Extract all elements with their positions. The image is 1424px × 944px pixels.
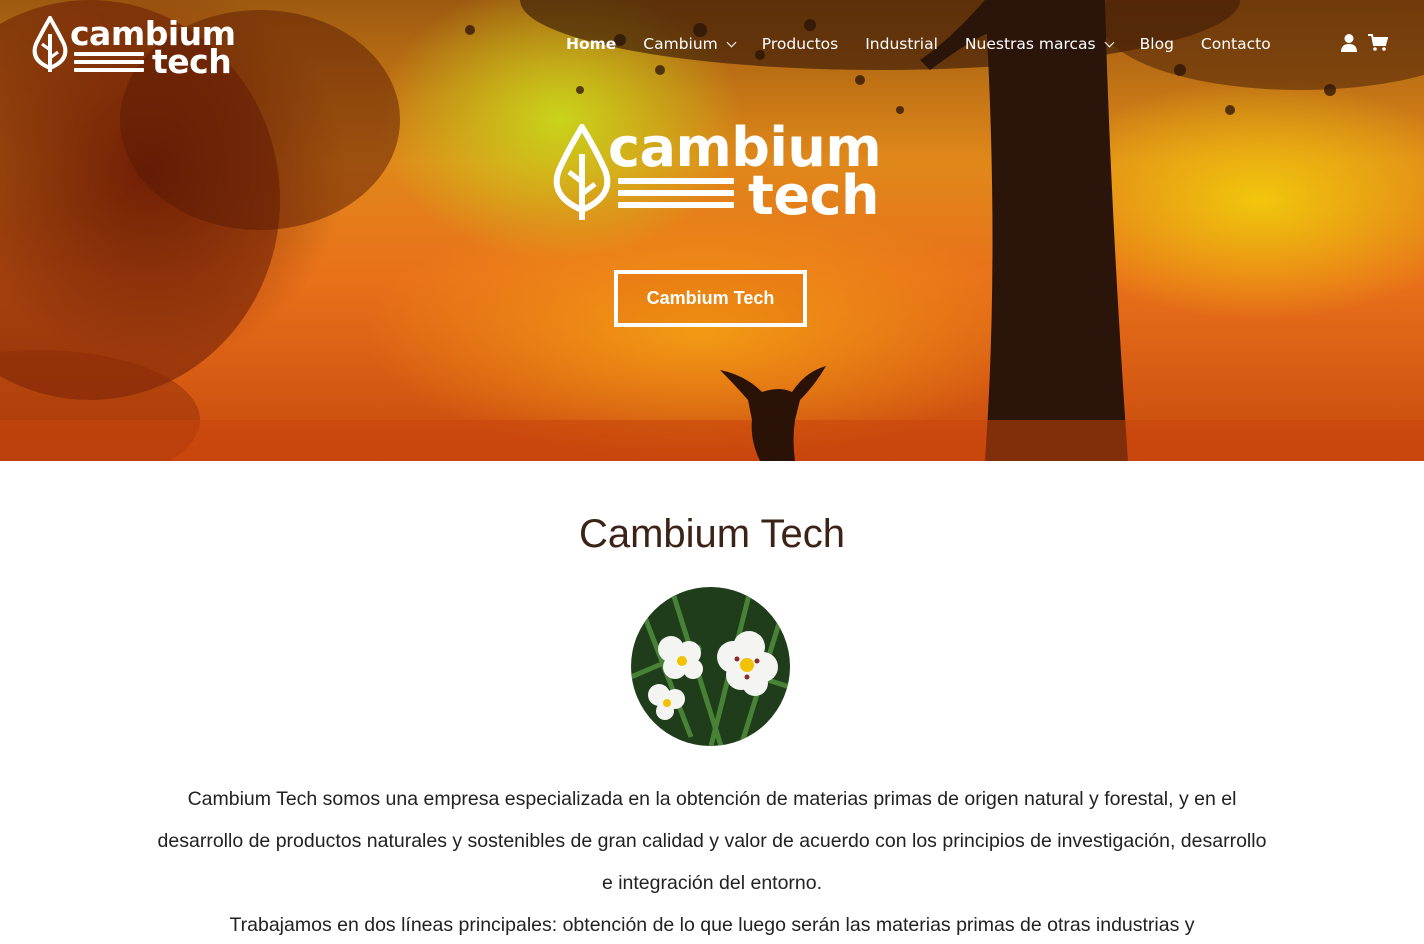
hero-logo-bars [618, 178, 734, 208]
flower-photo [631, 587, 790, 746]
nav-item-nuestras-marcas[interactable]: Nuestras marcas [964, 35, 1115, 53]
chevron-down-icon [1104, 37, 1115, 47]
nav-item-home[interactable]: Home [566, 35, 616, 53]
nav-label: Blog [1139, 35, 1174, 53]
main-nav: Home Cambium Productos Industrial Nuestr… [566, 32, 1298, 56]
intro-text: Cambium Tech somos una empresa especiali… [150, 778, 1274, 944]
nav-label: Home [566, 35, 617, 53]
nav-item-blog[interactable]: Blog [1140, 35, 1174, 53]
hero-logo: cambium tech [552, 116, 882, 227]
leaf-drop-icon [32, 16, 68, 72]
cart-icon[interactable] [1368, 34, 1388, 52]
nav-label: Cambium [643, 35, 718, 53]
hero-cta-button[interactable]: Cambium Tech [614, 270, 807, 327]
intro-paragraph-2: Trabajamos en dos líneas principales: ob… [229, 914, 1195, 936]
brand-logo[interactable]: cambium tech [32, 14, 242, 81]
flower-image [631, 587, 790, 746]
leaf-drop-icon [553, 124, 611, 220]
hero-banner: cambium tech Home Cambium Productos Indu… [0, 0, 1424, 461]
nav-label: Industrial [865, 35, 938, 53]
nav-label: Nuestras marcas [964, 35, 1096, 53]
hero-logo-word-tech: tech [748, 164, 879, 227]
nav-label: Productos [761, 35, 839, 53]
user-icon[interactable] [1340, 33, 1358, 53]
nav-item-productos[interactable]: Productos [762, 35, 838, 53]
nav-label: Contacto [1200, 35, 1271, 53]
brand-word-tech: tech [152, 42, 232, 81]
intro-paragraph: Cambium Tech somos una empresa especiali… [157, 788, 1267, 894]
nav-icon-group [1340, 33, 1388, 53]
nav-item-industrial[interactable]: Industrial [865, 35, 938, 53]
nav-item-contacto[interactable]: Contacto [1201, 35, 1271, 53]
page-title: Cambium Tech [578, 512, 846, 556]
chevron-down-icon [726, 37, 737, 47]
brand-bars [74, 52, 144, 72]
nav-item-cambium[interactable]: Cambium [643, 35, 737, 53]
